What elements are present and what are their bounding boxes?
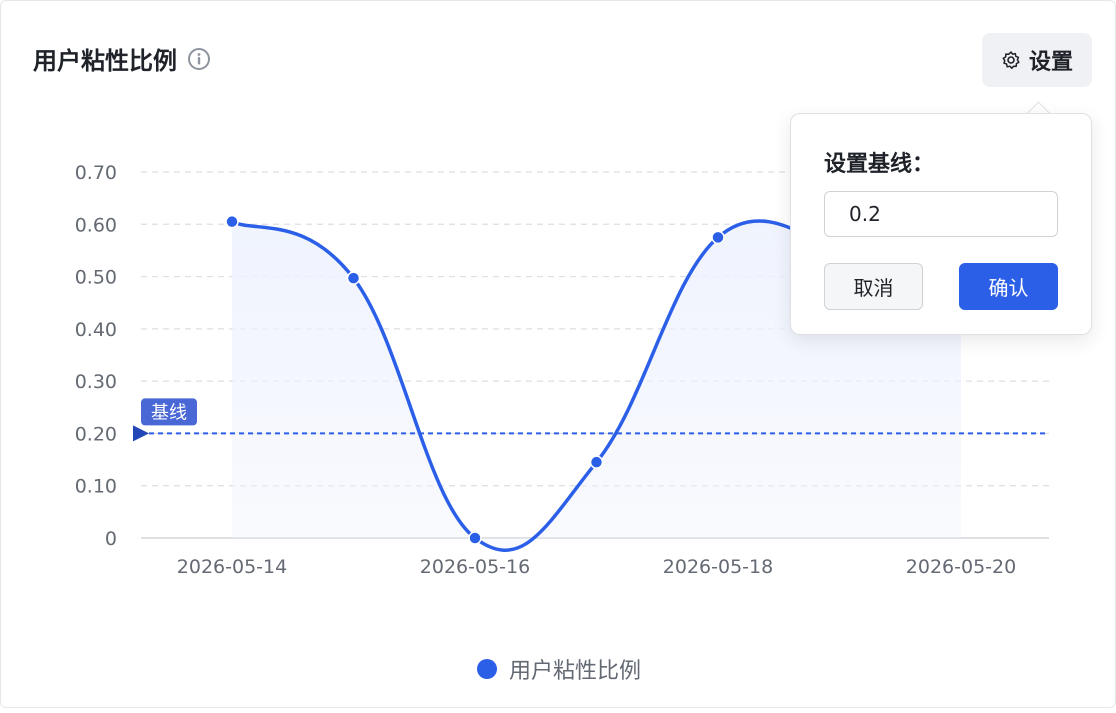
cancel-button[interactable]: 取消: [824, 263, 923, 310]
y-tick-label: 0.10: [75, 476, 117, 498]
data-point: [711, 230, 725, 245]
line-chart: 0 0.10 0.20 0.30 0.40 0.50 0.60 0.70 2026-05-14 2…: [75, 162, 1049, 578]
data-point: [346, 271, 361, 285]
baseline-tag-label: 基线: [151, 402, 187, 423]
x-tick-label: 2026-05-14: [177, 556, 287, 578]
y-tick-label: 0: [105, 528, 117, 550]
legend-marker[interactable]: [476, 659, 497, 679]
chart-area: 0 0.10 0.20 0.30 0.40 0.50 0.60 0.70 2026-05-14 2…: [1, 1, 1116, 709]
y-tick-label: 0.50: [75, 267, 117, 289]
baseline-label: 设置基线：: [824, 152, 935, 177]
y-tick-label: 0.70: [75, 162, 117, 184]
y-tick-label: 0.20: [75, 423, 117, 445]
data-point: [468, 531, 482, 545]
data-point: [589, 455, 604, 469]
x-tick-label: 2026-05-20: [906, 556, 1016, 578]
baseline-settings-popover: 设置基线： 取消 确认: [790, 113, 1092, 335]
chart-card: 用户粘性比例 设置 0 0.10 0.20 0.30 0.40 0.50 0.60 0.70 2…: [0, 0, 1116, 708]
confirm-button[interactable]: 确认: [959, 263, 1058, 310]
data-point: [225, 214, 239, 229]
baseline-input[interactable]: [824, 191, 1058, 237]
y-tick-label: 0.30: [75, 371, 117, 393]
y-tick-label: 0.60: [75, 214, 117, 236]
x-tick-label: 2026-05-16: [420, 556, 530, 578]
legend-label[interactable]: 用户粘性比例: [509, 653, 641, 685]
chart-legend: 用户粘性比例: [1, 653, 1116, 685]
y-tick-label: 0.40: [75, 319, 117, 341]
baseline-marker: [133, 425, 149, 442]
x-tick-label: 2026-05-18: [663, 556, 773, 578]
